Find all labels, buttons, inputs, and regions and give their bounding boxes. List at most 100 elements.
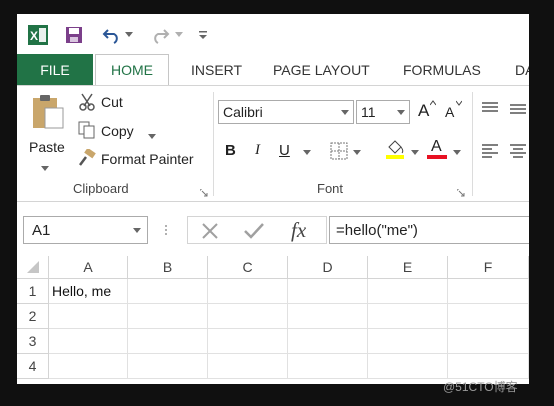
- tab-home[interactable]: HOME: [95, 54, 169, 85]
- cell-d1[interactable]: [288, 279, 368, 304]
- column-header[interactable]: E: [368, 256, 448, 279]
- cell-e4[interactable]: [368, 354, 448, 379]
- font-size-box[interactable]: 11: [356, 100, 410, 124]
- column-header[interactable]: B: [128, 256, 208, 279]
- cell-f2[interactable]: [448, 304, 529, 329]
- row-header[interactable]: 4: [17, 354, 49, 379]
- cell-e2[interactable]: [368, 304, 448, 329]
- row-header[interactable]: 2: [17, 304, 49, 329]
- align-center-icon[interactable]: [509, 143, 527, 159]
- cell-c1[interactable]: [208, 279, 288, 304]
- cell-f1[interactable]: [448, 279, 529, 304]
- cell-e3[interactable]: [368, 329, 448, 354]
- underline-dropdown-icon[interactable]: [303, 150, 311, 156]
- font-size-value: 11: [361, 104, 376, 120]
- formula-value: =hello("me"): [336, 222, 418, 239]
- cell-c3[interactable]: [208, 329, 288, 354]
- copy-button[interactable]: Copy: [101, 123, 134, 139]
- cell-b2[interactable]: [128, 304, 208, 329]
- group-separator: [472, 92, 473, 196]
- format-painter-button[interactable]: Format Painter: [101, 151, 194, 167]
- excel-logo-icon[interactable]: X: [27, 24, 49, 46]
- cell-f3[interactable]: [448, 329, 529, 354]
- worksheet-grid: A B C D E F 1 Hello, me 2 3 4: [17, 256, 529, 384]
- tab-formulas[interactable]: FORMULAS: [403, 54, 481, 85]
- font-name-value: Calibri: [223, 104, 263, 120]
- cell-a2[interactable]: [49, 304, 128, 329]
- align-top-icon[interactable]: [481, 101, 499, 117]
- paste-icon[interactable]: [29, 94, 65, 130]
- name-box-value: A1: [32, 222, 51, 239]
- column-header[interactable]: A: [49, 256, 128, 279]
- insert-function-button[interactable]: fx: [291, 218, 306, 243]
- fill-color-icon[interactable]: [385, 138, 405, 160]
- cell-e1[interactable]: [368, 279, 448, 304]
- select-all-corner[interactable]: [17, 256, 49, 279]
- copy-icon[interactable]: [78, 121, 96, 139]
- cell-d2[interactable]: [288, 304, 368, 329]
- underline-button[interactable]: U: [279, 142, 290, 159]
- italic-button[interactable]: I: [255, 142, 260, 159]
- excel-window: X FILE HOME INSERT PAGE LAYOUT FORMULAS …: [17, 14, 529, 384]
- undo-icon[interactable]: [101, 24, 123, 46]
- cell-a4[interactable]: [49, 354, 128, 379]
- formula-bar: A1 fx =hello("me"): [17, 202, 529, 248]
- borders-icon[interactable]: [330, 142, 348, 160]
- bold-button[interactable]: B: [225, 142, 236, 159]
- cell-d3[interactable]: [288, 329, 368, 354]
- font-color-glyph: A: [431, 138, 442, 155]
- tab-file[interactable]: FILE: [17, 54, 93, 85]
- quick-access-toolbar: X: [17, 14, 529, 54]
- cell-b3[interactable]: [128, 329, 208, 354]
- borders-dropdown-icon[interactable]: [353, 150, 361, 156]
- customize-qat-icon[interactable]: [197, 24, 209, 46]
- formula-buttons-area: fx: [187, 216, 327, 244]
- column-header[interactable]: F: [448, 256, 529, 279]
- name-box[interactable]: A1: [23, 216, 148, 244]
- fill-color-dropdown-icon[interactable]: [411, 150, 419, 156]
- cell-c2[interactable]: [208, 304, 288, 329]
- drag-handle-icon[interactable]: [164, 220, 168, 240]
- cell-d4[interactable]: [288, 354, 368, 379]
- cell-b4[interactable]: [128, 354, 208, 379]
- align-middle-icon[interactable]: [509, 101, 527, 117]
- enter-check-icon[interactable]: [243, 221, 265, 241]
- grow-font-icon: [430, 100, 436, 106]
- tab-page-layout[interactable]: PAGE LAYOUT: [273, 54, 370, 85]
- font-launcher-icon[interactable]: [456, 184, 465, 197]
- save-icon[interactable]: [63, 24, 85, 46]
- font-color-dropdown-icon[interactable]: [453, 150, 461, 156]
- name-box-dropdown-icon[interactable]: [133, 228, 141, 234]
- cut-button[interactable]: Cut: [101, 94, 123, 110]
- font-name-dropdown-icon[interactable]: [341, 110, 349, 116]
- grow-font-button[interactable]: A: [418, 101, 429, 121]
- copy-dropdown-icon[interactable]: [148, 127, 156, 145]
- paste-dropdown-icon[interactable]: [41, 159, 49, 177]
- formula-input[interactable]: =hello("me"): [329, 216, 529, 244]
- column-header[interactable]: D: [288, 256, 368, 279]
- cell-a1[interactable]: Hello, me: [49, 279, 128, 304]
- tab-insert[interactable]: INSERT: [191, 54, 242, 85]
- redo-dropdown-icon[interactable]: [173, 24, 185, 46]
- redo-icon[interactable]: [149, 24, 171, 46]
- shrink-font-button[interactable]: A: [445, 104, 454, 120]
- font-size-dropdown-icon[interactable]: [397, 110, 405, 116]
- row-header[interactable]: 1: [17, 279, 49, 304]
- clipboard-launcher-icon[interactable]: [199, 184, 208, 197]
- align-left-icon[interactable]: [481, 143, 499, 159]
- cell-a3[interactable]: [49, 329, 128, 354]
- tab-data[interactable]: DA: [515, 54, 529, 85]
- paste-button[interactable]: Paste: [29, 139, 65, 155]
- cancel-icon[interactable]: [200, 221, 220, 241]
- font-color-icon[interactable]: A: [427, 138, 447, 160]
- cell-c4[interactable]: [208, 354, 288, 379]
- font-name-box[interactable]: Calibri: [218, 100, 354, 124]
- cell-f4[interactable]: [448, 354, 529, 379]
- undo-dropdown-icon[interactable]: [123, 24, 135, 46]
- cut-icon[interactable]: [78, 93, 96, 111]
- row-header[interactable]: 3: [17, 329, 49, 354]
- column-header[interactable]: C: [208, 256, 288, 279]
- cell-b1[interactable]: [128, 279, 208, 304]
- format-painter-icon[interactable]: [78, 147, 96, 167]
- ribbon-home: Paste Cut Copy Format Painter Clipboard …: [17, 85, 529, 202]
